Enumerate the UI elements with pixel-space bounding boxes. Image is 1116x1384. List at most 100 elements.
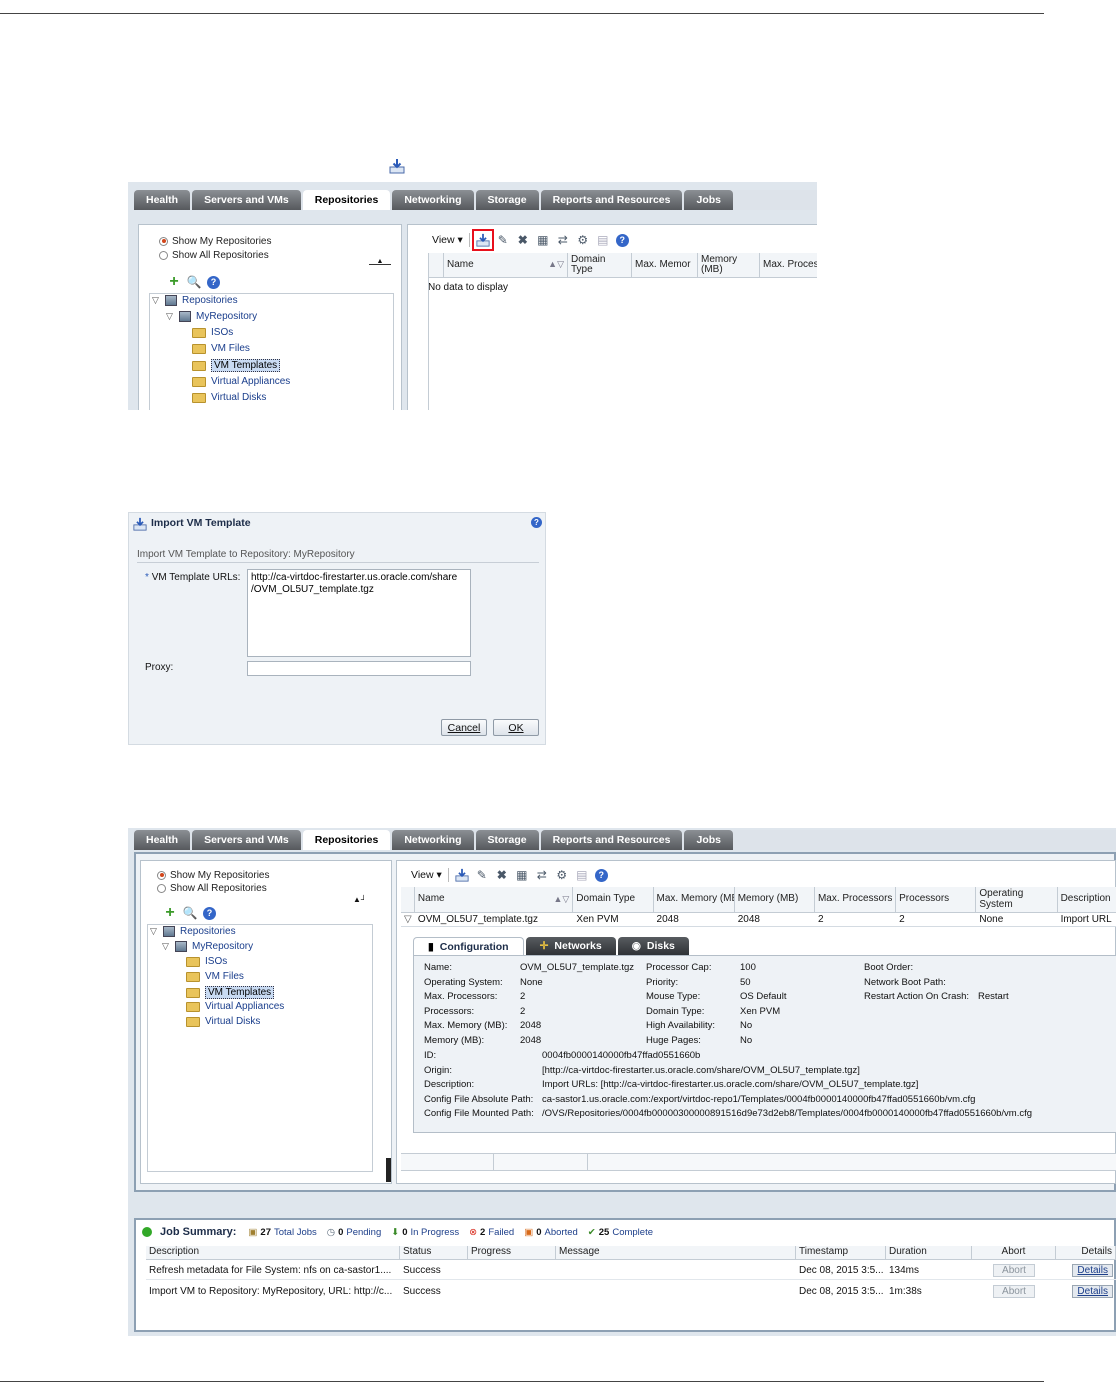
events-icon[interactable]: ▤ [596,233,610,247]
details-button[interactable]: Details [1072,1264,1113,1277]
tree-item-isos[interactable]: ISOs [192,327,233,338]
tab-health[interactable]: Health [134,830,191,850]
tree-item-virtual-appliances[interactable]: Virtual Appliances [192,376,290,387]
show-all-repositories-radio[interactable]: Show All Repositories [157,881,267,895]
column-timestamp[interactable]: Timestamp [796,1246,886,1259]
column-max-memory[interactable]: Max. Memory (MB [654,887,735,912]
abort-button[interactable]: Abort [993,1284,1035,1298]
stat-in-progress[interactable]: ⬇ 0 In Progress [391,1227,459,1238]
tree-item-vm-files[interactable]: VM Files [192,343,250,354]
splitter-handle[interactable] [386,1158,391,1182]
column-operating-system[interactable]: Operating System [976,887,1058,912]
manage-icon[interactable]: ⚙ [576,233,590,247]
tree-item-repositories[interactable]: ▽ Repositories [150,926,236,937]
clone-icon[interactable]: ▦ [515,868,529,882]
column-details[interactable]: Details [1056,1246,1116,1259]
view-menu[interactable]: View ▾ [411,869,442,881]
tab-disks[interactable]: ◉ Disks [617,937,689,955]
column-max-memory[interactable]: Max. Memor [632,253,698,277]
collapse-pane-icon[interactable]: ▲ [369,258,391,265]
column-domain-type[interactable]: Domain Type [573,887,654,912]
tab-servers-and-vms[interactable]: Servers and VMs [192,190,301,210]
clone-icon[interactable]: ▦ [536,233,550,247]
search-icon[interactable]: 🔍 [187,275,202,289]
column-status[interactable]: Status [400,1246,468,1259]
tree-item-virtual-appliances[interactable]: Virtual Appliances [186,1001,284,1012]
tree-item-virtual-disks[interactable]: Virtual Disks [192,392,266,403]
column-duration[interactable]: Duration [886,1246,972,1259]
column-name[interactable]: Name ▲▽ [415,887,574,912]
tab-storage[interactable]: Storage [475,190,539,210]
job-row[interactable]: Import VM to Repository: MyRepository, U… [146,1282,1116,1300]
column-description[interactable]: Description [146,1246,400,1259]
sort-icon[interactable]: ▲▽ [548,259,564,269]
tab-storage[interactable]: Storage [475,830,539,850]
row-expand-icon[interactable]: ▽ [401,913,415,926]
show-my-repositories-radio[interactable]: Show My Repositories [159,234,271,248]
tab-repositories[interactable]: Repositories [302,190,391,210]
add-icon[interactable]: + [163,904,177,921]
tree-item-virtual-disks[interactable]: Virtual Disks [186,1016,260,1027]
collapse-pane-icon[interactable]: ▲┘ [353,895,367,904]
column-progress[interactable]: Progress [468,1246,556,1259]
add-icon[interactable]: + [167,273,181,290]
abort-button[interactable]: Abort [993,1264,1035,1277]
tree-item-myrepository[interactable]: ▽ MyRepository [162,941,253,952]
column-processors[interactable]: Processors [896,887,977,912]
view-menu[interactable]: View ▾ [432,234,463,246]
dialog-help-icon[interactable]: ? [531,517,542,528]
stat-pending[interactable]: ◷ 0 Pending [327,1227,381,1238]
edit-icon[interactable]: ✎ [475,868,489,882]
help-icon[interactable]: ? [615,233,629,247]
tab-jobs[interactable]: Jobs [684,190,733,210]
edit-icon[interactable]: ✎ [496,233,510,247]
vm-template-urls-field[interactable]: http://ca-virtdoc-firestarter.us.oracle.… [247,569,471,657]
column-memory[interactable]: Memory (MB) [735,887,815,912]
tab-jobs[interactable]: Jobs [684,830,733,850]
column-message[interactable]: Message [556,1246,796,1259]
help-icon[interactable]: ? [207,275,220,289]
delete-icon[interactable]: ✖ [495,868,509,882]
ok-button[interactable]: OK [493,719,539,736]
tab-networking[interactable]: Networking [392,830,474,850]
delete-icon[interactable]: ✖ [516,233,530,247]
tab-repositories[interactable]: Repositories [302,830,391,850]
manage-icon[interactable]: ⚙ [555,868,569,882]
column-description[interactable]: Description [1058,887,1116,912]
tree-item-vm-templates[interactable]: VM Templates [192,359,281,372]
import-vm-template-button[interactable] [455,868,469,882]
column-max-processors[interactable]: Max. Processors [815,887,897,912]
column-max-processors[interactable]: Max. Proces [760,253,817,277]
tree-item-repositories[interactable]: ▽ Repositories [152,295,238,306]
events-icon[interactable]: ▤ [575,868,589,882]
column-abort[interactable]: Abort [972,1246,1056,1259]
tab-servers-and-vms[interactable]: Servers and VMs [192,830,301,850]
show-all-repositories-radio[interactable]: Show All Repositories [159,248,269,262]
tab-configuration[interactable]: ▮ Configuration [413,937,524,955]
column-domain-type[interactable]: Domain Type [568,253,632,277]
tree-item-vm-files[interactable]: VM Files [186,971,244,982]
tree-item-isos[interactable]: ISOs [186,956,227,967]
table-row[interactable]: ▽ OVM_OL5U7_template.tgz Xen PVM 2048 20… [401,913,1116,927]
stat-complete[interactable]: ✔ 25 Complete [588,1227,653,1238]
help-icon[interactable]: ? [203,906,216,920]
job-row[interactable]: Refresh metadata for File System: nfs on… [146,1262,1116,1280]
column-name[interactable]: Name ▲▽ [444,253,568,277]
stat-aborted[interactable]: ▣ 0 Aborted [524,1227,578,1238]
cancel-button[interactable]: Cancel [441,719,487,736]
stat-failed[interactable]: ⊗ 2 Failed [469,1227,514,1238]
sort-icon[interactable]: ▲▽ [553,894,569,904]
proxy-field[interactable] [247,661,471,676]
search-icon[interactable]: 🔍 [183,906,198,920]
show-my-repositories-radio[interactable]: Show My Repositories [157,868,269,882]
tab-reports-and-resources[interactable]: Reports and Resources [540,830,683,850]
move-icon[interactable]: ⇄ [535,868,549,882]
column-memory[interactable]: Memory (MB) [698,253,760,277]
help-icon[interactable]: ? [594,868,608,882]
tab-health[interactable]: Health [134,190,191,210]
move-icon[interactable]: ⇄ [556,233,570,247]
tab-reports-and-resources[interactable]: Reports and Resources [540,190,683,210]
tree-item-myrepository[interactable]: ▽ MyRepository [166,311,257,322]
stat-total-jobs[interactable]: ▣ 27 Total Jobs [248,1227,316,1238]
tab-networking[interactable]: Networking [392,190,474,210]
